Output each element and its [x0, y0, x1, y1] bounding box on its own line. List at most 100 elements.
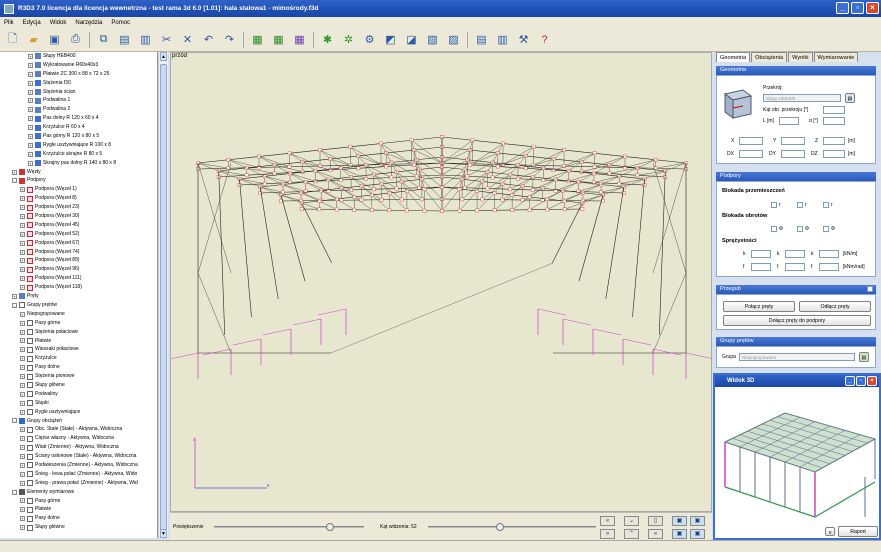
expand-icon[interactable]: +	[20, 267, 25, 273]
paste-icon[interactable]: ▤	[117, 32, 132, 47]
design-icon[interactable]: ▨	[446, 32, 461, 47]
tree-item[interactable]: + Wieszaki połaciowe	[0, 345, 157, 354]
expand-icon[interactable]: +	[28, 62, 33, 68]
minimize-button[interactable]: _	[836, 2, 849, 14]
menu-pomoc[interactable]: Pomoc	[111, 20, 130, 26]
copy-icon[interactable]: ⧉	[96, 32, 111, 47]
structure-tree[interactable]: + Słupy HEB400 + Wykratowanie R60x40x3 + Płat…	[0, 52, 158, 538]
rotate-up-button[interactable]: ⌃	[624, 529, 639, 539]
report-icon[interactable]: ▥	[495, 32, 510, 47]
node-tool-icon[interactable]: ✱	[320, 32, 335, 47]
tree-item[interactable]: + Rygle usztywniające	[0, 408, 157, 417]
expand-icon[interactable]: +	[28, 89, 33, 95]
expand-icon[interactable]: +	[20, 356, 25, 362]
expand-icon[interactable]: +	[20, 445, 25, 451]
rotate-left-up-button[interactable]: «	[600, 516, 615, 526]
tree-item[interactable]: + Rygle usztywniające R 100 x 8	[0, 141, 157, 150]
dx-input[interactable]	[739, 150, 763, 158]
lock-ry-checkbox[interactable]	[797, 202, 803, 208]
section-picker-icon[interactable]: ▤	[845, 93, 855, 103]
beam-view-icon[interactable]: ▦	[292, 32, 307, 47]
expand-icon[interactable]: +	[20, 498, 25, 504]
expand-icon[interactable]: +	[28, 160, 33, 166]
expand-icon[interactable]: +	[20, 462, 25, 468]
tree-item[interactable]: + Wykratowanie R60x40x3	[0, 61, 157, 70]
tree-item[interactable]: + Ściany osłonowe (Stałe) - Aktywna, Wido…	[0, 452, 157, 461]
view-side-button[interactable]: ▣	[690, 516, 705, 526]
expand-icon[interactable]: +	[20, 311, 25, 317]
chart-icon[interactable]: ▥	[138, 32, 153, 47]
tree-item[interactable]: + Podpora (Węzeł 111)	[0, 274, 157, 283]
delete-icon[interactable]: ✕	[180, 32, 195, 47]
expand-icon[interactable]: +	[20, 276, 25, 282]
tab-wymiarowanie[interactable]: Wymiarowanie	[813, 52, 859, 62]
rotate-right-button[interactable]: »	[600, 529, 615, 539]
rotate-down-button[interactable]: ⌄	[624, 516, 639, 526]
new-file-icon[interactable]: 🗋	[5, 32, 20, 47]
tree-item[interactable]: + Podwalina 1	[0, 96, 157, 105]
expand-icon[interactable]: +	[20, 258, 25, 264]
expand-icon[interactable]: +	[20, 285, 25, 291]
tree-item[interactable]: + Podpora (Węzeł 74)	[0, 248, 157, 257]
tree-item[interactable]: + Podpora (Węzeł 23)	[0, 203, 157, 212]
expand-icon[interactable]: +	[20, 507, 25, 513]
expand-icon[interactable]: +	[28, 116, 33, 122]
tree-item[interactable]: + Słupy główne	[0, 381, 157, 390]
expand-icon[interactable]: +	[28, 98, 33, 104]
expand-icon[interactable]: +	[28, 142, 33, 148]
scroll-up-icon[interactable]: ▲	[160, 52, 167, 61]
tree-item[interactable]: + Podpora (Węzeł 118)	[0, 283, 157, 292]
tree-item[interactable]: + Podwalina 2	[0, 105, 157, 114]
dz-input[interactable]	[823, 150, 845, 158]
expand-icon[interactable]: +	[20, 516, 25, 522]
tree-item[interactable]: + Pasy górne	[0, 319, 157, 328]
tree-item[interactable]: + Słupki	[0, 399, 157, 408]
disconnect-bars-button[interactable]: Odłącz pręty	[799, 301, 871, 312]
fz-input[interactable]	[819, 263, 839, 271]
expand-icon[interactable]: +	[20, 187, 25, 193]
expand-icon[interactable]: +	[12, 169, 17, 175]
lock-view-button[interactable]: ▯	[648, 516, 663, 526]
tree-item[interactable]: + Podpora (Węzeł 52)	[0, 230, 157, 239]
open-file-icon[interactable]: ▰	[26, 32, 41, 47]
report-button[interactable]: Raport	[838, 526, 878, 537]
expand-icon[interactable]: +	[28, 125, 33, 131]
expand-icon[interactable]: +	[20, 525, 25, 531]
expand-icon[interactable]: +	[20, 329, 25, 335]
scroll-thumb[interactable]	[160, 64, 167, 534]
angle-slider[interactable]	[428, 523, 596, 531]
maximize-button[interactable]: ▫	[851, 2, 864, 14]
tree-item[interactable]: + Pasy dolne	[0, 363, 157, 372]
tree-item[interactable]: + Pas dolny R 120 x 60 x 4	[0, 114, 157, 123]
redo-icon[interactable]: ↷	[222, 32, 237, 47]
frame-view-icon[interactable]: ▦	[271, 32, 286, 47]
tree-item[interactable]: + Podpora (Węzeł 45)	[0, 221, 157, 230]
2d-icon[interactable]: ◩	[383, 32, 398, 47]
model-viewport[interactable]: zx	[169, 52, 715, 512]
menu-widok[interactable]: Widok	[50, 20, 67, 26]
tree-item[interactable]: + Płatwie	[0, 337, 157, 346]
tree-item[interactable]: + Podwieszenia (Zmienne) - Aktywna, Widoc…	[0, 461, 157, 470]
expand-icon[interactable]: +	[28, 107, 33, 113]
expand-icon[interactable]: +	[20, 222, 25, 228]
expand-icon[interactable]: +	[28, 53, 33, 59]
expand-icon[interactable]: +	[20, 213, 25, 219]
expand-icon[interactable]: +	[20, 320, 25, 326]
tree-item[interactable]: + Pas górny R 120 x 80 x 5	[0, 132, 157, 141]
kx-input[interactable]	[751, 250, 771, 258]
tree-scrollbar[interactable]: ▲ ▼	[158, 52, 168, 538]
kz-input[interactable]	[819, 250, 839, 258]
tree-item[interactable]: + Śnieg - prawa połać (Zmienne) - Aktywna…	[0, 479, 157, 488]
menu-plik[interactable]: Plik	[4, 20, 14, 26]
expand-icon[interactable]: +	[20, 365, 25, 371]
expand-icon[interactable]: +	[20, 427, 25, 433]
z-input[interactable]	[823, 137, 845, 145]
tree-item[interactable]: + Stężenia ścian	[0, 88, 157, 97]
expand-icon[interactable]: +	[20, 409, 25, 415]
tree-item[interactable]: - Elementy wymiarowe	[0, 488, 157, 497]
table-icon[interactable]: ▤	[474, 32, 489, 47]
tree-item[interactable]: + Stężenia f30	[0, 79, 157, 88]
cut-icon[interactable]: ✂	[159, 32, 174, 47]
undo-icon[interactable]: ↶	[201, 32, 216, 47]
tree-item[interactable]: + Stężenia połaciowe	[0, 328, 157, 337]
